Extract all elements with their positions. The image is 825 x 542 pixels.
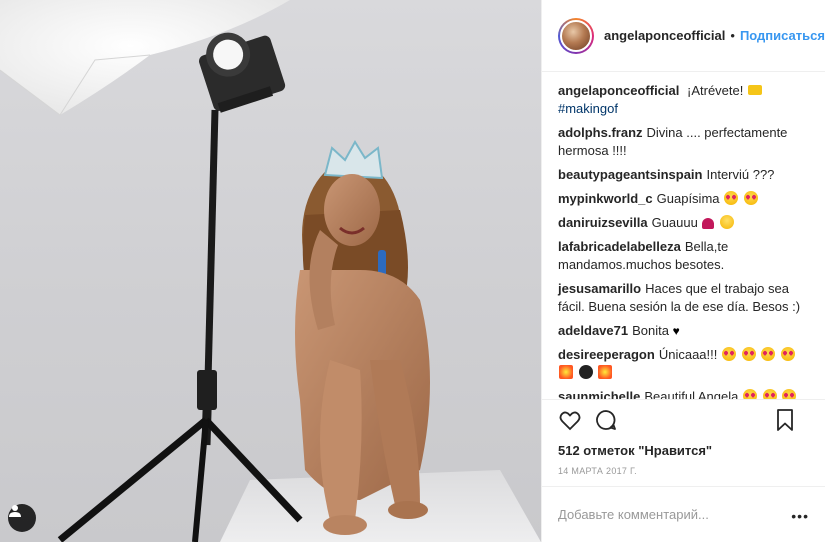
comment-item: mypinkworld_c Guapísima bbox=[558, 190, 809, 208]
post-sidebar: angelaponceofficial • Подписаться angela… bbox=[541, 0, 825, 542]
comment-item: lafabricadelabelleza Bella,te mandamos.mu… bbox=[558, 238, 809, 274]
add-comment-bar: Добавьте комментарий... ••• bbox=[542, 486, 825, 542]
more-options-icon[interactable]: ••• bbox=[791, 508, 809, 524]
heart-eyes-emoji-icon bbox=[724, 191, 739, 205]
black-heart-emoji-icon: ♥ bbox=[672, 324, 680, 338]
post-header: angelaponceofficial • Подписаться bbox=[542, 0, 825, 72]
heart-eyes-emoji-icon bbox=[782, 389, 797, 399]
comment-username[interactable]: beautypageantsinspain bbox=[558, 167, 702, 182]
comment-username[interactable]: adeldave71 bbox=[558, 323, 628, 338]
heart-eyes-emoji-icon bbox=[761, 347, 776, 361]
comment-item: desireeperagon Únicaaa!!! bbox=[558, 346, 809, 382]
heart-outline-icon[interactable] bbox=[558, 408, 582, 432]
comment-text: Guauuu bbox=[651, 215, 698, 230]
heart-eyes-emoji-icon bbox=[722, 347, 736, 361]
comment-text: Únicaaa!!! bbox=[658, 347, 718, 362]
follow-button[interactable]: Подписаться bbox=[740, 28, 825, 43]
comment-username[interactable]: adolphs.franz bbox=[558, 125, 643, 140]
comment-username[interactable]: desireeperagon bbox=[558, 347, 655, 362]
separator-dot: • bbox=[730, 28, 735, 43]
comment-item: adolphs.franz Divina .... perfectamente h… bbox=[558, 124, 809, 160]
bomb-emoji-icon bbox=[578, 365, 593, 379]
post-modal: angelaponceofficial • Подписаться angela… bbox=[0, 0, 825, 542]
heart-eyes-emoji-icon bbox=[762, 389, 777, 399]
heart-eyes-emoji-icon bbox=[780, 347, 795, 361]
hashtag-link[interactable]: #makingof bbox=[558, 101, 618, 116]
boom-emoji-icon bbox=[598, 365, 613, 379]
comment-item: jesusamarillo Haces que el trabajo sea fá… bbox=[558, 280, 809, 316]
comment-text: Bonita bbox=[632, 323, 669, 338]
person-tag-icon[interactable] bbox=[8, 504, 36, 532]
comment-item: daniruizsevilla Guauuu bbox=[558, 214, 809, 232]
caption-username[interactable]: angelaponceofficial bbox=[558, 83, 679, 98]
boom-emoji-icon bbox=[559, 365, 573, 379]
photo-illustration bbox=[0, 0, 541, 542]
caption: angelaponceofficial ¡Atrévete! #makingof bbox=[558, 82, 809, 118]
heart-eyes-emoji-icon bbox=[741, 347, 756, 361]
bookmark-icon[interactable] bbox=[773, 408, 797, 432]
comment-username[interactable]: daniruizsevilla bbox=[558, 215, 648, 230]
comment-username[interactable]: jesusamarillo bbox=[558, 281, 641, 296]
crown-emoji-icon bbox=[747, 85, 762, 95]
speech-bubble-icon[interactable] bbox=[594, 408, 618, 432]
post-photo[interactable] bbox=[0, 0, 541, 542]
comment-text: Guapísima bbox=[656, 191, 720, 206]
heart-eyes-emoji-icon bbox=[743, 191, 758, 205]
comment-username[interactable]: lafabricadelabelleza bbox=[558, 239, 681, 254]
comment-text: Beautiful Angela bbox=[644, 389, 739, 399]
heart-emoji-icon bbox=[702, 218, 715, 229]
caption-text: ¡Atrévete! bbox=[687, 83, 744, 98]
action-bar bbox=[542, 399, 825, 439]
comment-text: Interviú ??? bbox=[706, 167, 775, 182]
comment-username[interactable]: saunmichelle bbox=[558, 389, 640, 399]
comments-list: angelaponceofficial ¡Atrévete! #makingof… bbox=[542, 72, 825, 399]
comment-input[interactable]: Добавьте комментарий... bbox=[558, 507, 709, 522]
likes-count[interactable]: 512 отметок "Нравится" bbox=[542, 439, 825, 458]
post-date: 14 МАРТА 2017 Г. bbox=[558, 466, 637, 476]
comment-item: adeldave71 Bonita ♥ bbox=[558, 322, 809, 340]
comment-item: beautypageantsinspain Interviú ??? bbox=[558, 166, 809, 184]
smile-emoji-icon bbox=[720, 215, 735, 229]
comment-item: saunmichelle Beautiful Angela bbox=[558, 388, 809, 399]
author-username[interactable]: angelaponceofficial bbox=[604, 28, 725, 43]
comment-username[interactable]: mypinkworld_c bbox=[558, 191, 653, 206]
author-avatar[interactable] bbox=[558, 17, 594, 54]
heart-eyes-emoji-icon bbox=[742, 389, 757, 399]
